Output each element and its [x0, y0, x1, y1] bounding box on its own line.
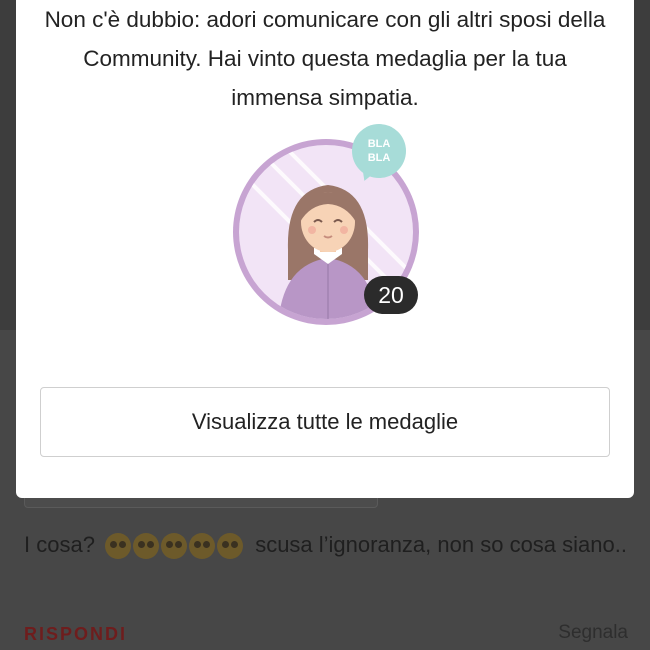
reply-link[interactable]: RISPONDI [24, 624, 127, 645]
flushed-face-icon [217, 533, 244, 560]
comment-text: I cosa? scusa l’ignoranza, non so cosa s… [24, 526, 634, 564]
bubble-text-2: BLA [367, 152, 391, 164]
comment-suffix: scusa l’ignoranza, non so cosa siano.. [255, 532, 627, 557]
flushed-face-icon [105, 533, 132, 560]
medal-description: Non c'è dubbio: adori comunicare con gli… [44, 7, 606, 110]
medal-modal: Non c'è dubbio: adori comunicare con gli… [16, 0, 634, 498]
bubble-text-1: BLA [367, 138, 391, 150]
flushed-face-icon [133, 533, 160, 560]
report-link[interactable]: Segnala [558, 622, 628, 644]
view-all-medals-button[interactable]: Visualizza tutte le medaglie [40, 387, 610, 457]
flushed-face-icon [189, 533, 216, 560]
speech-bubble-icon: BLA BLA [352, 124, 406, 178]
medal-count-badge: 20 [364, 276, 418, 314]
emoji-group [105, 533, 244, 560]
flushed-face-icon [161, 533, 188, 560]
comment-prefix: I cosa? [24, 532, 95, 557]
